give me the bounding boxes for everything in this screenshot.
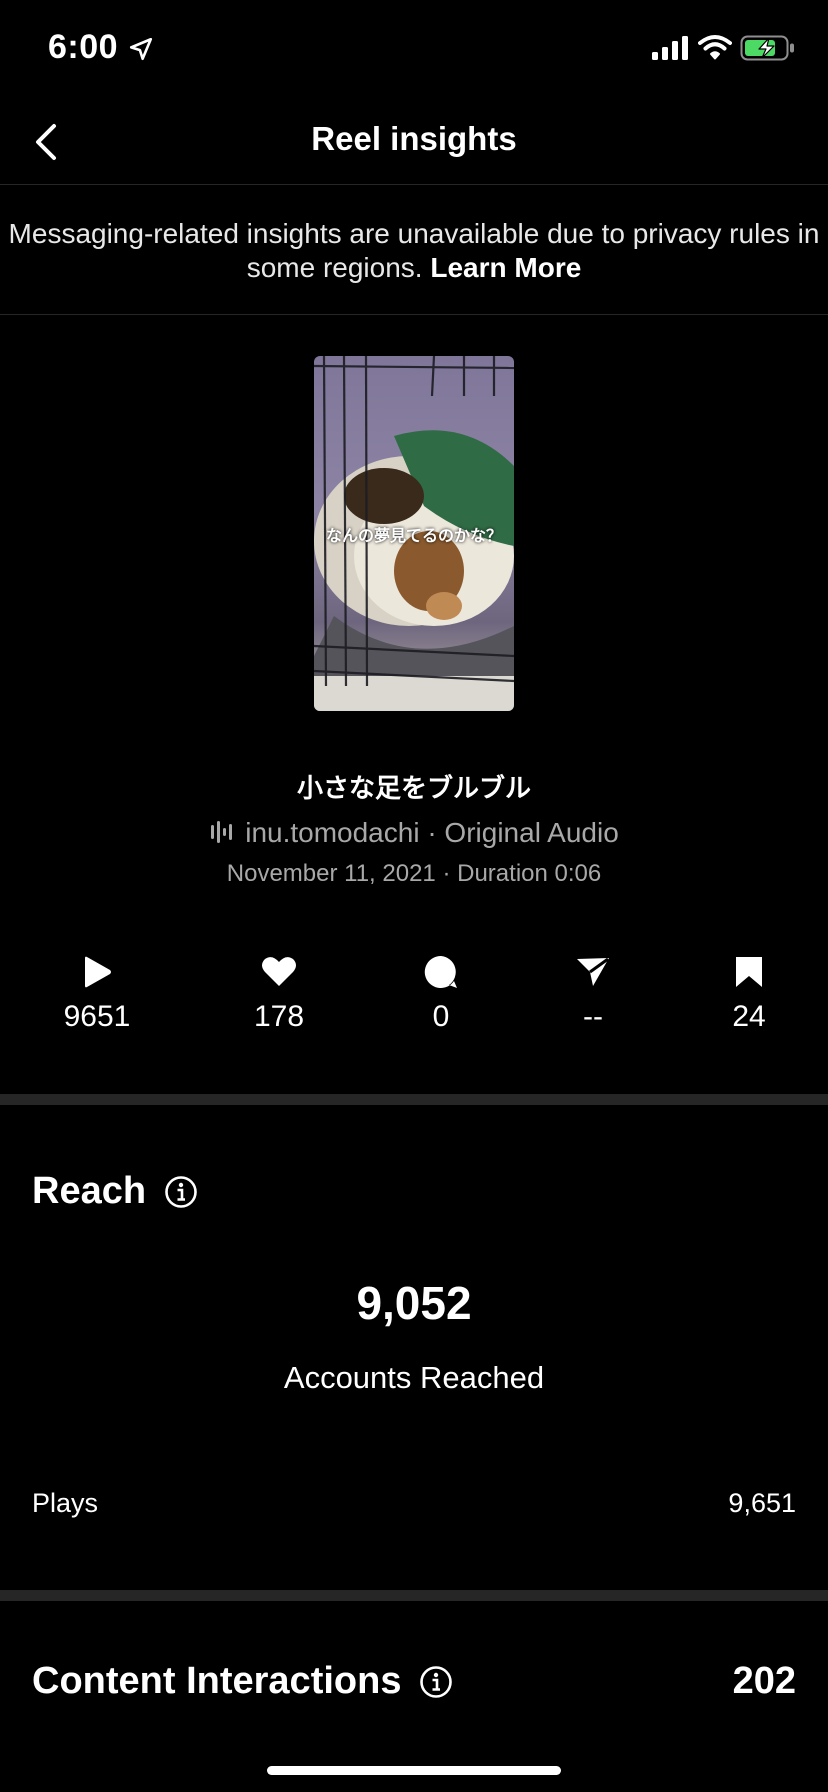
content-interactions-total: 202 [732, 1660, 796, 1702]
play-icon [85, 956, 111, 988]
accounts-reached-value: 9,052 [356, 1277, 472, 1329]
page-title: Reel insights [311, 120, 517, 157]
reel-audio-label: inu.tomodachi · Original Audio [245, 817, 619, 848]
reel-thumbnail-caption: なんの夢見てるのかな？ [325, 528, 502, 545]
status-bar: 6:00 [0, 0, 828, 100]
home-indicator[interactable] [267, 1766, 561, 1775]
stats-row: 9651 178 0 -- 24 [0, 952, 828, 1052]
reach-header: Reach [32, 1170, 198, 1213]
reach-info-button[interactable] [164, 1175, 198, 1209]
stat-comments-value: 0 [432, 1000, 450, 1033]
bookmark-icon [736, 957, 762, 987]
section-divider [0, 1094, 828, 1105]
share-icon [577, 957, 609, 986]
reel-date: November 11, 2021 [226, 860, 436, 887]
stat-shares-value: -- [583, 1000, 603, 1033]
info-icon [420, 1665, 453, 1698]
reel-audio[interactable]: inu.tomodachi · Original Audio [0, 817, 828, 849]
info-icon [165, 1175, 197, 1208]
stat-saves: 24 [679, 952, 819, 1034]
battery-charging-icon [740, 35, 794, 61]
privacy-notice: Messaging-related insights are unavailab… [0, 185, 828, 315]
stat-plays: 9651 [27, 952, 167, 1034]
comment-icon [424, 955, 457, 988]
content-interactions-header: Content Interactions [32, 1660, 453, 1703]
nav-bar: Reel insights [0, 100, 828, 185]
reach-title: Reach [32, 1170, 147, 1212]
reel-thumbnail[interactable]: なんの夢見てるのかな？ [314, 356, 514, 711]
wifi-icon [698, 35, 732, 60]
reel-title: 小さな足をブルブル [296, 773, 531, 803]
stat-comments: 0 [371, 952, 511, 1034]
location-arrow-icon [129, 37, 153, 61]
stat-shares: -- [523, 952, 663, 1034]
privacy-notice-text: Messaging-related insights are unavailab… [8, 218, 820, 283]
content-interactions-title: Content Interactions [32, 1660, 402, 1702]
content-interactions-info-button[interactable] [419, 1665, 453, 1699]
status-time: 6:00 [48, 28, 119, 66]
section-divider [0, 1590, 828, 1601]
heart-icon [262, 957, 296, 986]
stat-likes: 178 [209, 952, 349, 1034]
audio-waveform-icon [211, 821, 233, 843]
accounts-reached-label: Accounts Reached [283, 1360, 545, 1395]
separator-dot: · [442, 860, 458, 887]
plays-value: 9,651 [728, 1488, 796, 1518]
stat-likes-value: 178 [253, 1000, 305, 1033]
stat-plays-value: 9651 [63, 1000, 131, 1033]
cellular-signal-icon [652, 36, 688, 60]
learn-more-link[interactable]: Learn More [430, 252, 581, 283]
reel-duration: Duration 0:06 [457, 860, 602, 887]
plays-label: Plays [32, 1488, 99, 1518]
reel-date-duration: November 11, 2021 · Duration 0:06 [0, 860, 828, 888]
stat-saves-value: 24 [732, 1000, 766, 1033]
